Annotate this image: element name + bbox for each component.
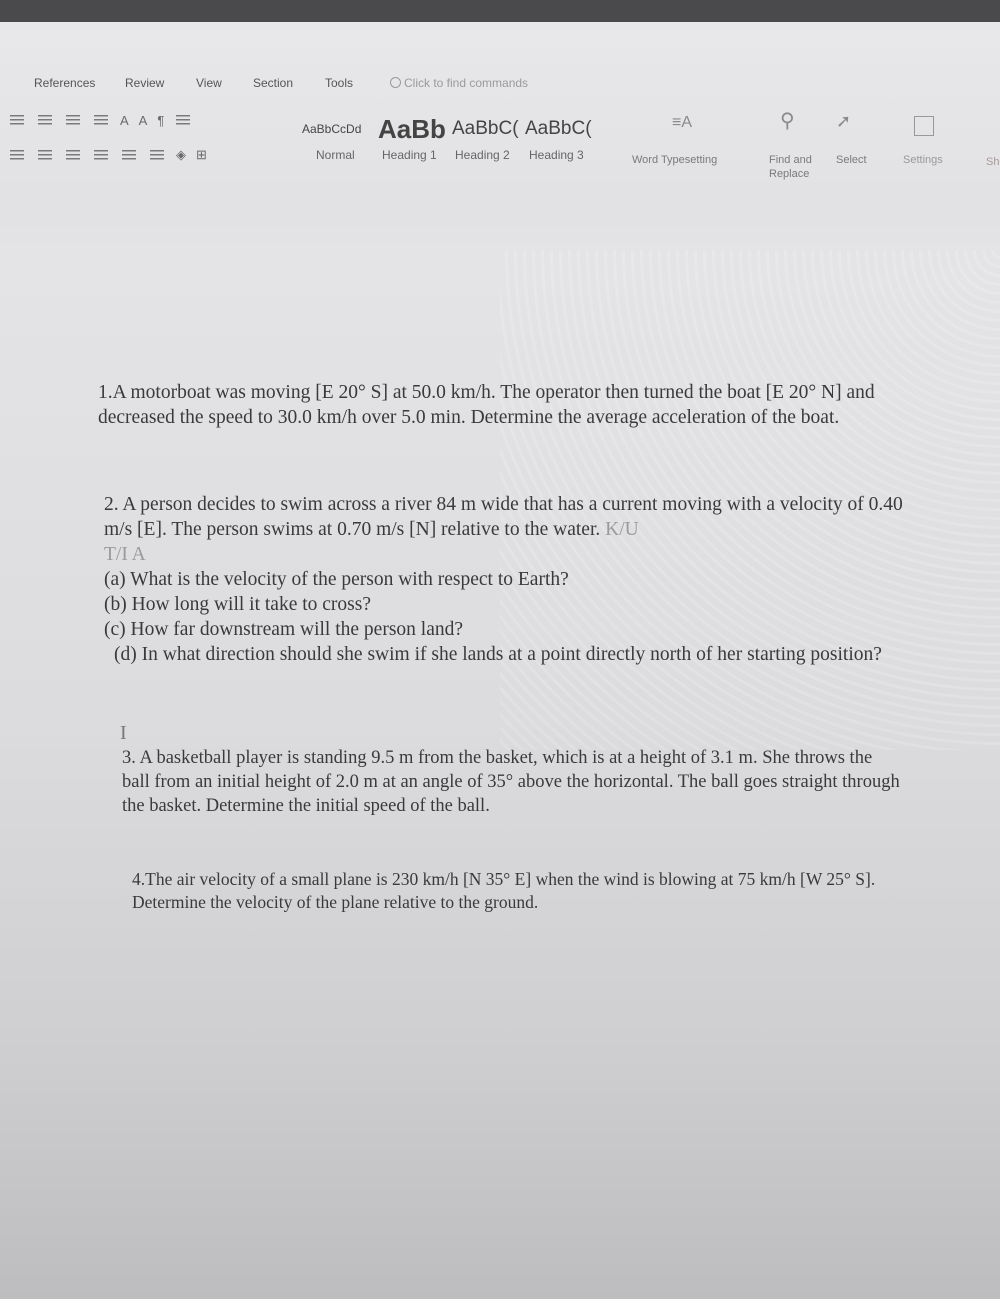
- menu-review[interactable]: Review: [125, 76, 164, 90]
- paragraph-toolbar-row-1: A A ¶: [8, 110, 192, 130]
- menu-tools[interactable]: Tools: [325, 76, 353, 90]
- shading-icon[interactable]: ◈: [176, 147, 186, 163]
- numbered-list-icon[interactable]: [36, 113, 54, 127]
- text-direction-icon[interactable]: A: [120, 113, 129, 128]
- style-heading3-label: Heading 3: [529, 148, 584, 162]
- find-replace-label-1: Find and: [769, 154, 812, 166]
- question-1: 1.A motorboat was moving [E 20° S] at 50…: [98, 380, 928, 430]
- find-icon: ⚲: [780, 110, 795, 132]
- question-4-text: 4.The air velocity of a small plane is 2…: [132, 869, 876, 912]
- decrease-indent-icon[interactable]: [64, 113, 82, 127]
- borders-icon[interactable]: ⊞: [196, 147, 207, 163]
- question-2-tag-tia: T/I A: [104, 544, 146, 565]
- align-center-icon[interactable]: [36, 148, 54, 162]
- select-button[interactable]: Select: [836, 153, 867, 167]
- style-heading1-preview[interactable]: AaBb: [378, 114, 446, 145]
- distributed-icon[interactable]: [120, 148, 138, 162]
- command-search-placeholder: Click to find commands: [404, 76, 529, 90]
- sort-icon[interactable]: A: [139, 113, 148, 128]
- settings-button[interactable]: Settings: [903, 153, 943, 167]
- tab-stops-icon[interactable]: [174, 113, 192, 127]
- style-heading2-label: Heading 2: [455, 148, 510, 162]
- style-normal-label: Normal: [316, 148, 355, 162]
- command-search[interactable]: Click to find commands: [390, 76, 528, 90]
- question-2c: (c) How far downstream will the person l…: [104, 619, 464, 640]
- increase-indent-icon[interactable]: [92, 113, 110, 127]
- style-normal-preview[interactable]: AaBbCcDd: [302, 122, 361, 136]
- paragraph-toolbar-row-2: ◈ ⊞: [8, 145, 207, 165]
- find-replace-button[interactable]: Find and Replace: [769, 153, 812, 181]
- menu-section[interactable]: Section: [253, 76, 293, 90]
- window-top-band: [0, 0, 1000, 22]
- style-heading2-preview[interactable]: AaBbC(: [452, 118, 519, 140]
- question-2d: (d) In what direction should she swim if…: [114, 644, 882, 665]
- question-2a: (a) What is the velocity of the person w…: [104, 569, 569, 590]
- menu-view[interactable]: View: [196, 76, 222, 90]
- menu-references[interactable]: References: [34, 76, 95, 90]
- paragraph-mark-icon[interactable]: ¶: [157, 113, 164, 128]
- search-icon: [390, 77, 401, 88]
- menu-bar: References Review View Section Tools Cli…: [0, 76, 1000, 96]
- bullet-list-icon[interactable]: [8, 113, 26, 127]
- question-2-tag-ku: K/U: [605, 519, 639, 540]
- select-cursor-icon: ➚: [836, 111, 852, 131]
- line-spacing-icon[interactable]: [148, 148, 166, 162]
- question-2-text: 2. A person decides to swim across a riv…: [104, 494, 903, 540]
- question-2b: (b) How long will it take to cross?: [104, 594, 371, 615]
- find-replace-label-2: Replace: [769, 168, 810, 180]
- style-heading3-preview[interactable]: AaBbC(: [525, 118, 592, 140]
- question-1-text: 1.A motorboat was moving [E 20° S] at 50…: [98, 382, 875, 428]
- align-right-icon[interactable]: [64, 148, 82, 162]
- align-left-icon[interactable]: [8, 148, 26, 162]
- question-4: 4.The air velocity of a small plane is 2…: [132, 868, 892, 914]
- word-typesetting-icon: ≡A: [672, 114, 693, 131]
- question-3-text: 3. A basketball player is standing 9.5 m…: [122, 748, 900, 816]
- style-heading1-label: Heading 1: [382, 148, 437, 162]
- text-cursor-icon: I: [120, 722, 127, 744]
- settings-icon: [914, 116, 934, 136]
- question-3: 3. A basketball player is standing 9.5 m…: [122, 746, 902, 818]
- cut-off-tool-label[interactable]: Sh: [986, 155, 999, 169]
- question-2: 2. A person decides to swim across a riv…: [104, 492, 929, 667]
- justify-icon[interactable]: [92, 148, 110, 162]
- word-typesetting-button[interactable]: Word Typesetting: [632, 153, 717, 167]
